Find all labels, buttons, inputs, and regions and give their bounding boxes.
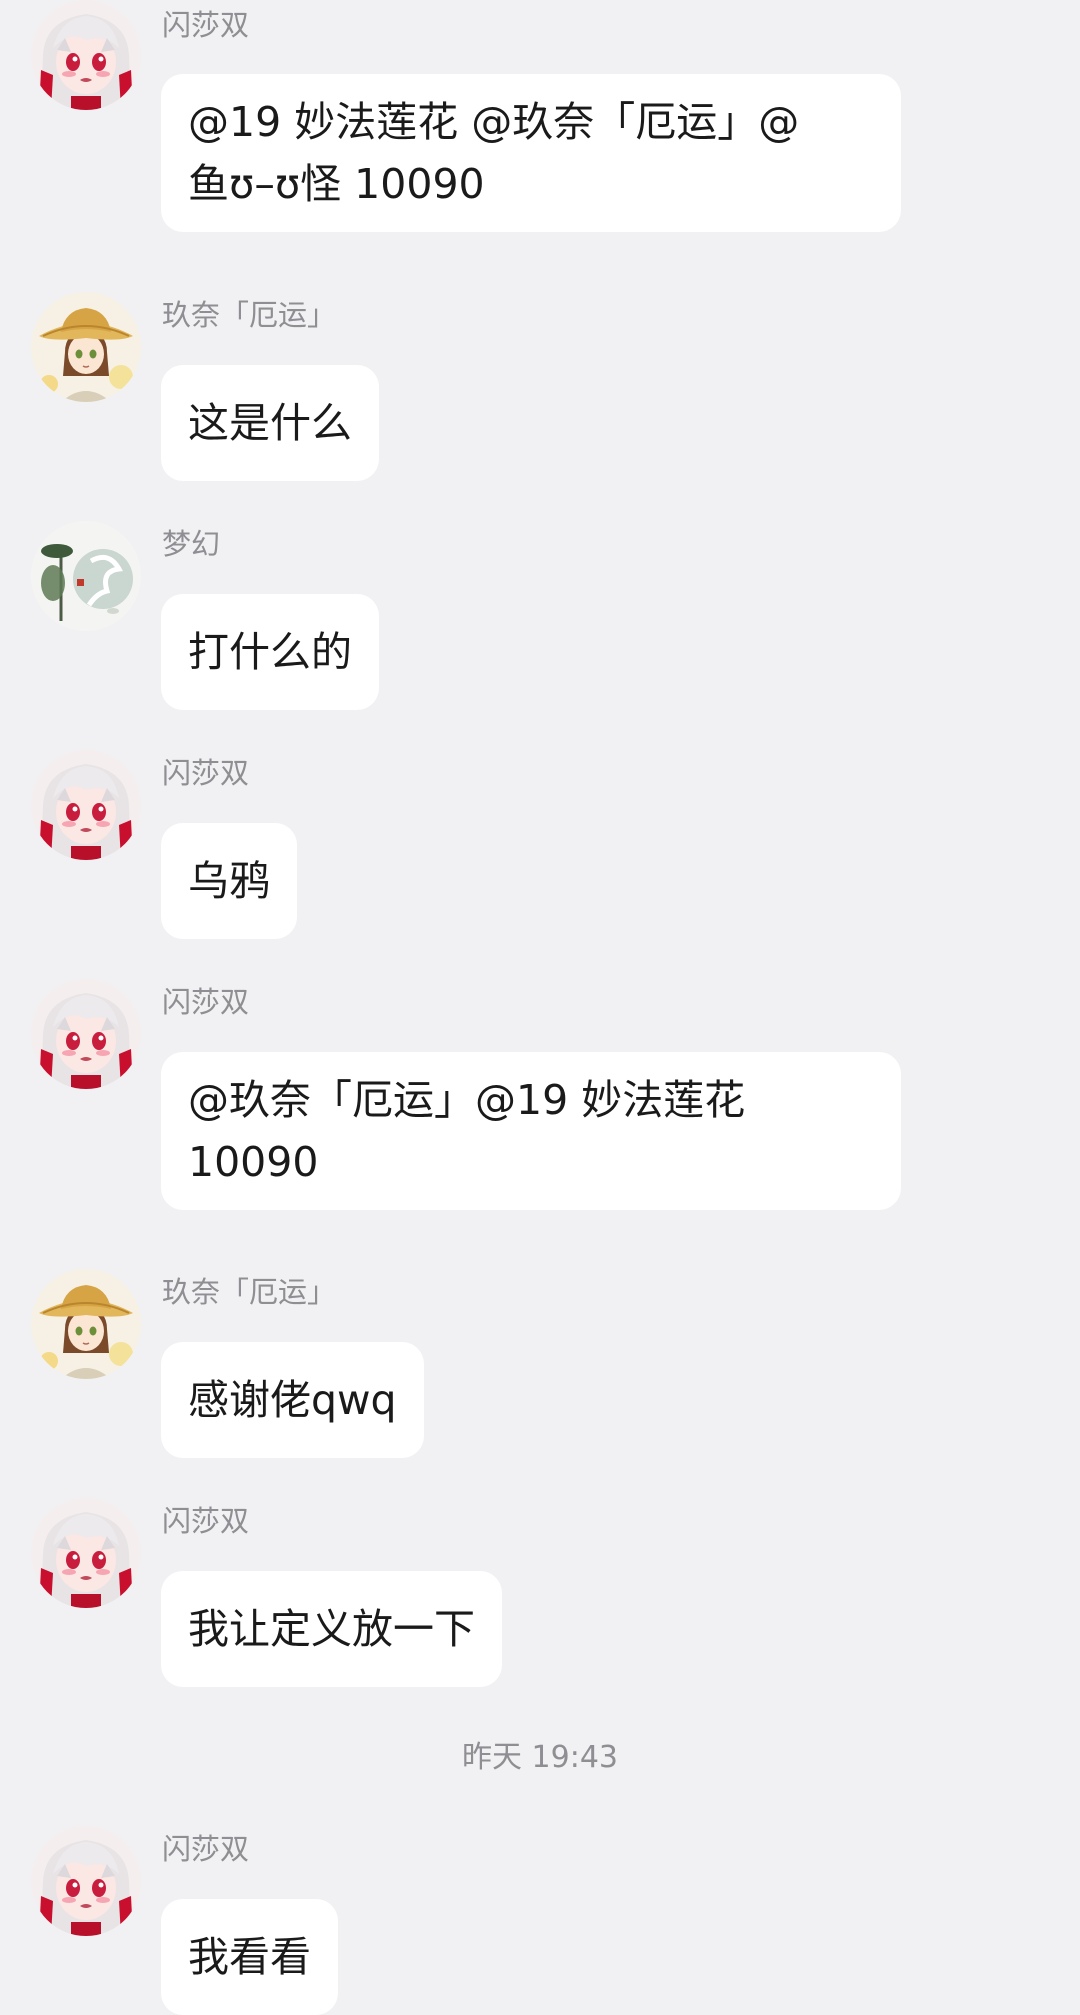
avatar[interactable]	[31, 1269, 141, 1379]
message-text-line: @玖奈「厄运」@19 妙法莲花	[188, 1076, 746, 1124]
message-bubble[interactable]: 打什么的	[161, 594, 379, 710]
avatar[interactable]	[31, 750, 141, 860]
avatar[interactable]	[31, 979, 141, 1089]
avatar[interactable]	[31, 1826, 141, 1936]
message-text-line: 鱼ʊ–ʊ怪 10090	[188, 160, 485, 208]
sender-name[interactable]: 玖奈「厄运」	[162, 298, 336, 332]
anime-girl-avatar-icon	[31, 1826, 141, 1936]
message-text: 我看看	[188, 1933, 311, 1981]
sender-name[interactable]: 闪莎双	[162, 1832, 249, 1866]
anime-girl-avatar-icon	[31, 979, 141, 1089]
message-bubble[interactable]: 我让定义放一下	[161, 1571, 502, 1687]
message-bubble[interactable]: @玖奈「厄运」@19 妙法莲花 10090	[161, 1052, 901, 1210]
anime-girl-avatar-icon	[31, 750, 141, 860]
ink-lotus-avatar-icon	[31, 521, 141, 631]
straw-hat-girl-avatar-icon	[31, 292, 141, 402]
sender-name[interactable]: 玖奈「厄运」	[162, 1275, 336, 1309]
avatar[interactable]	[31, 292, 141, 402]
sender-name[interactable]: 闪莎双	[162, 985, 249, 1019]
message-text-line: @19 妙法莲花 @玖奈「厄运」@	[188, 98, 800, 146]
sender-name[interactable]: 闪莎双	[162, 1504, 249, 1538]
message-text-line: 10090	[188, 1138, 319, 1186]
message-bubble[interactable]: 感谢佬qwq	[161, 1342, 424, 1458]
anime-girl-avatar-icon	[31, 1498, 141, 1608]
message-text: 乌鸦	[188, 857, 270, 905]
message-text: 打什么的	[188, 628, 352, 676]
chat-message-list[interactable]: 闪莎双 @19 妙法莲花 @玖奈「厄运」@ 鱼ʊ–ʊ怪 10090 玖奈「厄运」…	[0, 0, 1080, 2015]
sender-name[interactable]: 闪莎双	[162, 756, 249, 790]
message-bubble[interactable]: 我看看	[161, 1899, 338, 2015]
avatar[interactable]	[31, 0, 141, 110]
straw-hat-girl-avatar-icon	[31, 1269, 141, 1379]
message-text: 感谢佬qwq	[188, 1376, 397, 1424]
avatar[interactable]	[31, 1498, 141, 1608]
message-text: 这是什么	[188, 399, 352, 447]
time-divider: 昨天 19:43	[462, 1740, 618, 1775]
message-text: 我让定义放一下	[188, 1605, 475, 1653]
message-bubble[interactable]: 这是什么	[161, 365, 379, 481]
message-bubble[interactable]: 乌鸦	[161, 823, 297, 939]
anime-girl-avatar-icon	[31, 0, 141, 110]
message-bubble[interactable]: @19 妙法莲花 @玖奈「厄运」@ 鱼ʊ–ʊ怪 10090	[161, 74, 901, 232]
avatar[interactable]	[31, 521, 141, 631]
sender-name[interactable]: 梦幻	[162, 527, 220, 561]
sender-name[interactable]: 闪莎双	[162, 8, 249, 42]
